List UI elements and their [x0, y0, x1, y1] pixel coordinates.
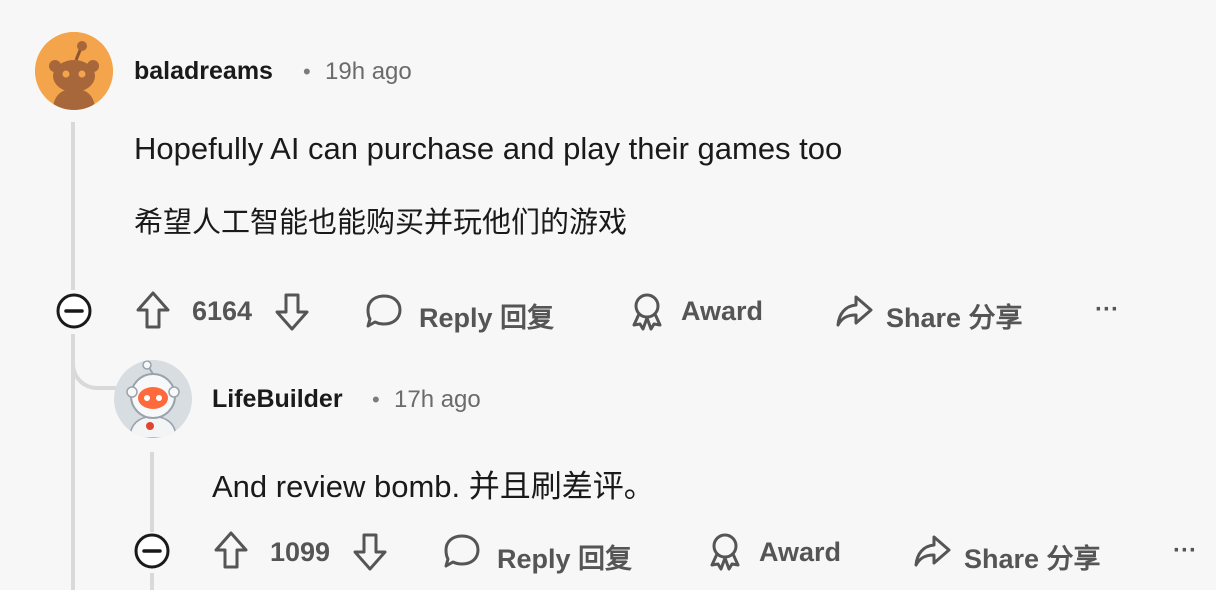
- award-button[interactable]: Award: [681, 296, 763, 327]
- reply-button[interactable]: Reply 回复: [419, 296, 554, 335]
- snoo-avatar-icon: [35, 32, 113, 110]
- share-button[interactable]: Share 分享: [964, 537, 1101, 576]
- comment-bubble-icon[interactable]: [442, 532, 482, 570]
- username[interactable]: LifeBuilder: [212, 385, 343, 414]
- thread-line-reply[interactable]: [150, 452, 154, 532]
- award-button[interactable]: Award: [759, 537, 841, 568]
- share-icon[interactable]: [834, 292, 874, 330]
- comment-text-line: And review bomb. 并且刷差评。: [212, 469, 655, 504]
- more-options-button[interactable]: ···: [1173, 537, 1197, 565]
- more-options-button[interactable]: ···: [1095, 296, 1119, 324]
- comment-bubble-icon[interactable]: [364, 292, 404, 330]
- comment-text-line: Hopefully AI can purchase and play their…: [134, 131, 843, 166]
- award-icon[interactable]: [629, 291, 665, 331]
- downvote-icon[interactable]: [352, 532, 388, 572]
- reply-button[interactable]: Reply 回复: [497, 537, 632, 576]
- thread-line-reply-lower[interactable]: [150, 573, 154, 590]
- comment-text-line: 希望人工智能也能购买并玩他们的游戏: [134, 205, 628, 239]
- downvote-icon[interactable]: [274, 292, 310, 332]
- avatar-lifebuilder[interactable]: [114, 360, 192, 438]
- award-icon[interactable]: [707, 531, 743, 571]
- vote-count: 6164: [192, 296, 253, 326]
- vote-count: 1099: [270, 537, 331, 567]
- share-button[interactable]: Share 分享: [886, 296, 1023, 335]
- collapse-icon[interactable]: [133, 532, 171, 570]
- username[interactable]: baladreams: [134, 57, 273, 86]
- meta-separator: •: [303, 59, 311, 84]
- meta-separator: •: [372, 387, 380, 412]
- astronaut-snoo-icon: [114, 360, 192, 438]
- collapse-icon[interactable]: [55, 292, 93, 330]
- share-icon[interactable]: [912, 532, 952, 570]
- comment-thread: baladreams • 19h ago Hopefully AI can pu…: [0, 0, 1216, 590]
- upvote-icon[interactable]: [135, 290, 171, 330]
- avatar-baladreams[interactable]: [35, 32, 113, 110]
- timestamp[interactable]: 17h ago: [394, 386, 481, 414]
- thread-line-main[interactable]: [71, 122, 75, 290]
- upvote-icon[interactable]: [213, 530, 249, 570]
- thread-elbow: [71, 340, 117, 390]
- timestamp[interactable]: 19h ago: [325, 58, 412, 86]
